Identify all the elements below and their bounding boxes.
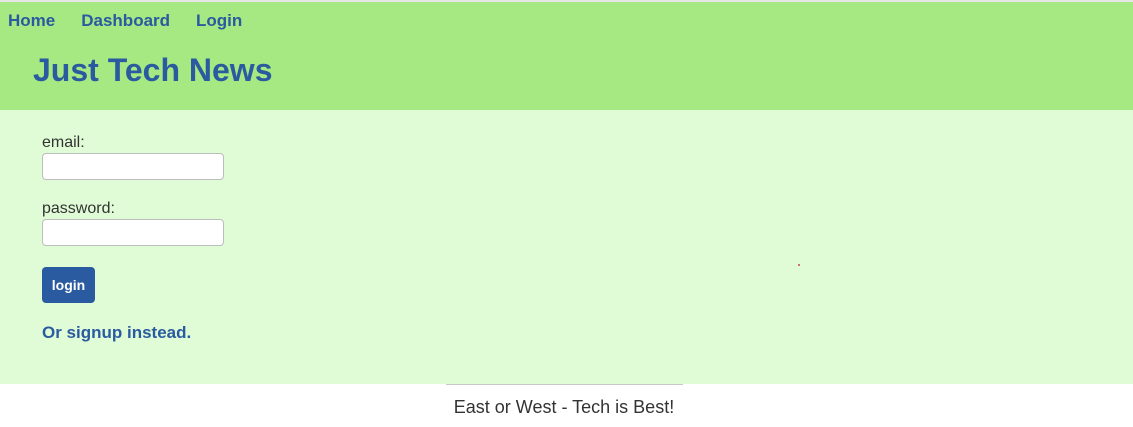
site-title: Just Tech News <box>33 52 273 88</box>
footer-divider <box>446 384 683 385</box>
password-field-group: password: <box>42 200 302 246</box>
email-field-group: email: <box>42 134 302 180</box>
stray-dot <box>798 264 800 266</box>
login-form: email: password: login Or signup instead… <box>42 134 302 343</box>
main-nav: Home Dashboard Login <box>8 11 268 31</box>
page: Home Dashboard Login Just Tech News emai… <box>0 0 1133 427</box>
nav-login-link[interactable]: Login <box>196 11 242 31</box>
site-header: Home Dashboard Login Just Tech News <box>0 0 1133 110</box>
email-label: email: <box>42 134 85 151</box>
login-button[interactable]: login <box>42 267 95 303</box>
nav-home-link[interactable]: Home <box>8 11 55 31</box>
email-input[interactable] <box>42 153 224 180</box>
password-label: password: <box>42 200 115 217</box>
signup-link[interactable]: Or signup instead. <box>42 323 302 343</box>
main-content: email: password: login Or signup instead… <box>0 110 1133 384</box>
nav-dashboard-link[interactable]: Dashboard <box>81 11 170 31</box>
site-footer: East or West - Tech is Best! <box>0 384 1133 427</box>
footer-text: East or West - Tech is Best! <box>453 397 675 417</box>
password-input[interactable] <box>42 219 224 246</box>
